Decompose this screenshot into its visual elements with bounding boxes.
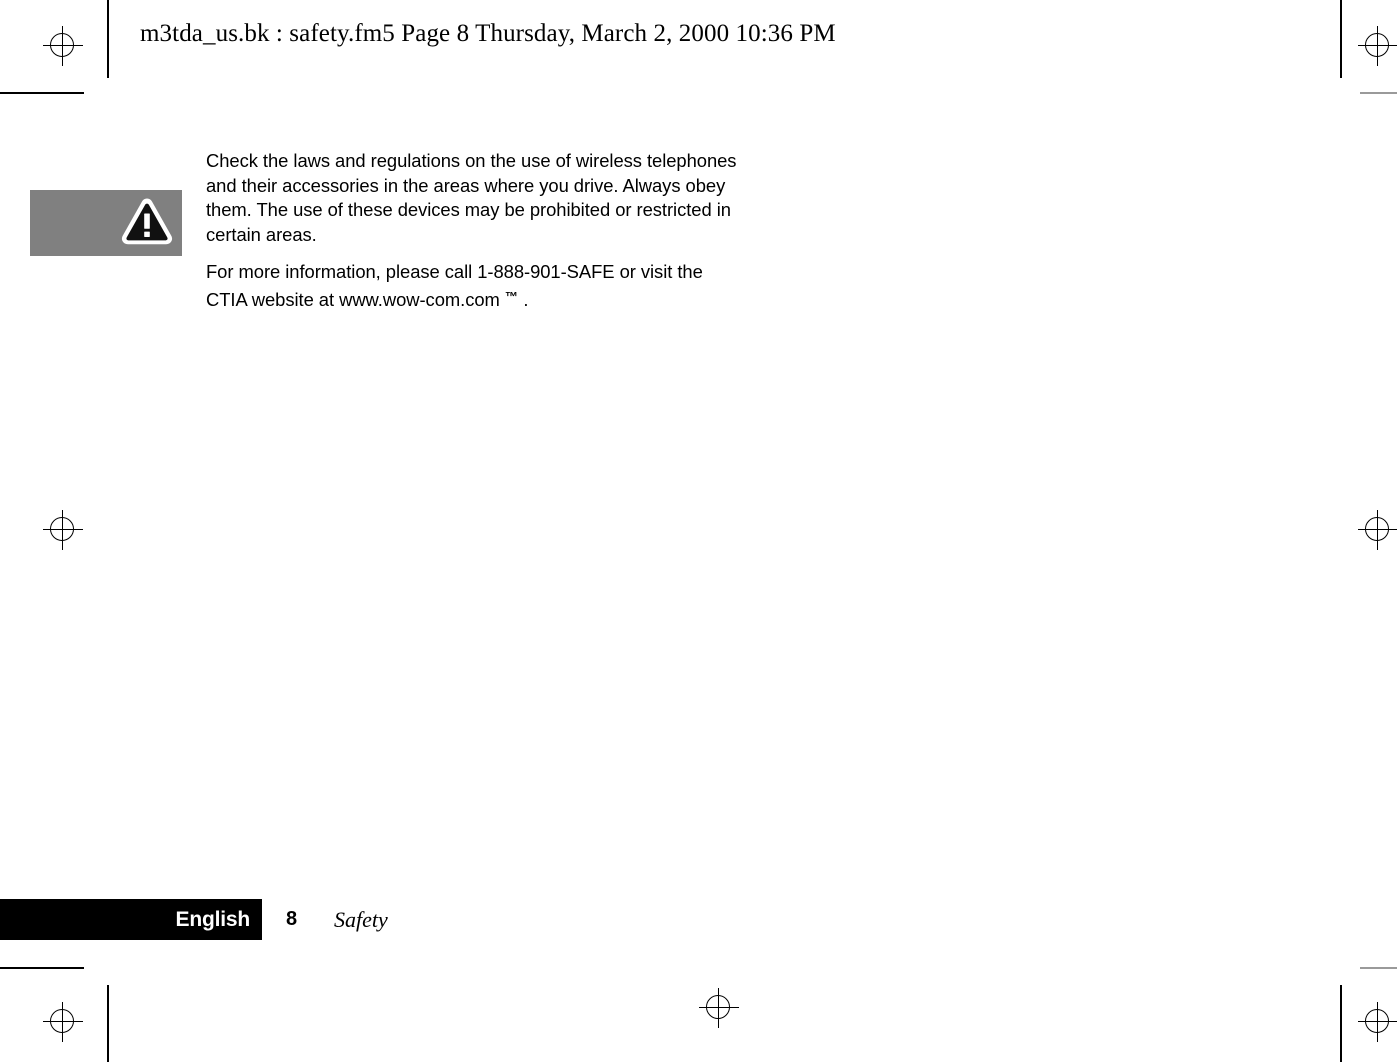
registration-mark-top-left: [41, 24, 85, 68]
trademark-icon: ™: [504, 288, 519, 304]
registration-mark-middle-left: [41, 508, 85, 552]
warning-paragraph-2-text: For more information, please call 1-888-…: [206, 261, 703, 310]
warning-triangle-icon: [121, 198, 173, 245]
registration-mark-top-right: [1356, 24, 1397, 68]
registration-horizontal-line: [43, 45, 83, 46]
registration-mark-bottom-center: [697, 986, 741, 1030]
warning-note-text: Check the laws and regulations on the us…: [206, 149, 746, 312]
registration-vertical-line: [1377, 26, 1378, 66]
warning-paragraph-2: For more information, please call 1-888-…: [206, 260, 746, 312]
trailing-period: .: [523, 288, 529, 310]
registration-circle: [706, 995, 730, 1019]
registration-circle: [1365, 33, 1389, 57]
crop-mark-bottom-right-horizontal: [1360, 967, 1397, 969]
registration-horizontal-line: [1358, 529, 1397, 530]
registration-vertical-line: [62, 26, 63, 66]
warning-icon-panel: [30, 190, 182, 256]
registration-mark-bottom-right: [1356, 1000, 1397, 1044]
registration-horizontal-line: [43, 1021, 83, 1022]
registration-mark-middle-right: [1356, 508, 1397, 552]
footer-language-bar: English: [0, 899, 262, 940]
registration-vertical-line: [62, 510, 63, 550]
crop-mark-bottom-left-vertical: [107, 985, 109, 1062]
footer-page-number: 8: [286, 908, 298, 930]
registration-vertical-line: [1377, 1002, 1378, 1042]
crop-mark-top-right-horizontal: [1360, 92, 1397, 94]
registration-circle: [1365, 1009, 1389, 1033]
registration-vertical-line: [62, 1002, 63, 1042]
registration-horizontal-line: [43, 529, 83, 530]
crop-mark-bottom-left-horizontal: [0, 967, 84, 969]
registration-mark-bottom-left: [41, 1000, 85, 1044]
registration-vertical-line: [1377, 510, 1378, 550]
registration-circle: [1365, 517, 1389, 541]
registration-horizontal-line: [699, 1007, 739, 1008]
footer-language-label: English: [175, 907, 251, 931]
footer-section-label: Safety: [334, 907, 388, 932]
crop-mark-top-left-horizontal: [0, 92, 84, 94]
registration-circle: [50, 517, 74, 541]
registration-horizontal-line: [1358, 45, 1397, 46]
crop-mark-top-right-vertical: [1340, 0, 1342, 78]
crop-mark-top-left-vertical: [107, 0, 109, 78]
warning-paragraph-1: Check the laws and regulations on the us…: [206, 150, 737, 245]
registration-horizontal-line: [1358, 1021, 1397, 1022]
registration-vertical-line: [718, 988, 719, 1028]
registration-circle: [50, 33, 74, 57]
registration-circle: [50, 1009, 74, 1033]
crop-mark-bottom-right-vertical: [1340, 985, 1342, 1062]
page-header-fileinfo: m3tda_us.bk : safety.fm5 Page 8 Thursday…: [140, 20, 836, 47]
